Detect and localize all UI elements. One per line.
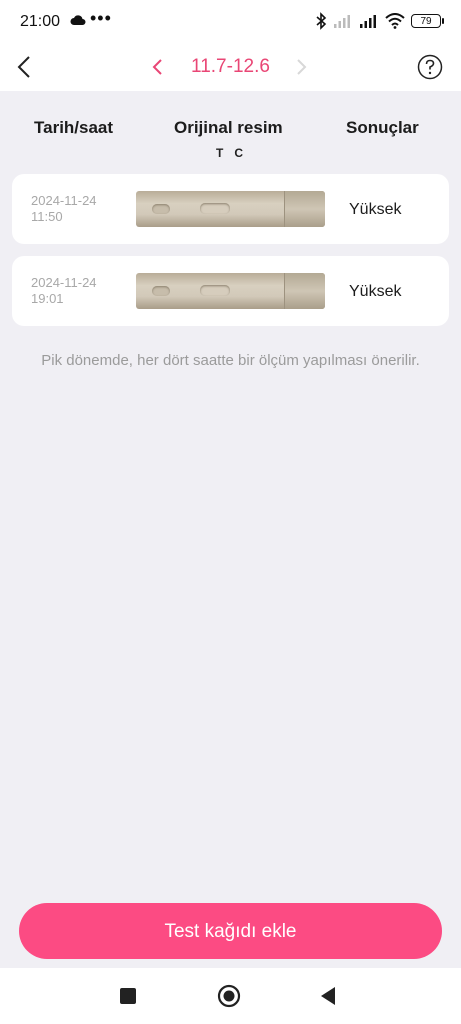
home-icon[interactable] xyxy=(217,984,241,1008)
bluetooth-icon xyxy=(316,12,327,30)
help-icon[interactable] xyxy=(417,54,443,80)
more-notifications-icon: ••• xyxy=(90,8,112,28)
strip-handle xyxy=(284,273,325,309)
strip-sample-well xyxy=(152,286,170,296)
t-line-marker: T xyxy=(216,146,224,160)
date-range-label: 11.7-12.6 xyxy=(191,56,270,77)
tc-line-markers: TC xyxy=(216,146,254,160)
strip-result-window xyxy=(200,203,230,214)
system-nav-bar xyxy=(0,968,461,1024)
column-header-image: Orijinal resim xyxy=(174,118,283,137)
record-row[interactable]: 2024-11-24 19:01 Yüksek xyxy=(12,256,449,326)
test-strip-image[interactable] xyxy=(136,191,325,227)
recents-icon[interactable] xyxy=(120,988,136,1004)
record-datetime: 2024-11-24 11:50 xyxy=(31,193,97,225)
signal-icon-2 xyxy=(360,15,376,28)
c-line-marker: C xyxy=(234,146,244,160)
table-header: Tarih/saat Orijinal resim Sonuçlar xyxy=(0,118,461,142)
test-strip-image[interactable] xyxy=(136,273,325,309)
top-bar: 11.7-12.6 xyxy=(0,45,461,91)
signal-icon-1 xyxy=(334,15,350,28)
record-result: Yüksek xyxy=(349,201,402,218)
column-header-result: Sonuçlar xyxy=(346,118,419,137)
measurement-hint: Pik dönemde, her dört saatte bir ölçüm y… xyxy=(41,352,420,369)
battery-icon: 79 xyxy=(411,14,444,28)
status-icons: 79 xyxy=(315,12,444,30)
record-date: 2024-11-24 xyxy=(31,193,97,208)
record-datetime: 2024-11-24 19:01 xyxy=(31,275,97,307)
record-result: Yüksek xyxy=(349,283,402,300)
strip-sample-well xyxy=(152,204,170,214)
record-time: 11:50 xyxy=(31,209,63,224)
status-bar: 21:00 ••• 79 xyxy=(0,0,461,45)
wifi-icon xyxy=(385,13,405,29)
next-range-chevron-icon[interactable] xyxy=(294,57,308,77)
add-test-strip-button[interactable]: Test kağıdı ekle xyxy=(19,903,442,959)
record-time: 19:01 xyxy=(31,291,64,306)
record-date: 2024-11-24 xyxy=(31,275,97,290)
status-time: 21:00 xyxy=(20,13,61,30)
cloud-icon xyxy=(70,15,86,25)
record-row[interactable]: 2024-11-24 11:50 Yüksek xyxy=(12,174,449,244)
system-back-icon[interactable] xyxy=(318,985,338,1007)
column-header-date: Tarih/saat xyxy=(34,118,114,137)
strip-handle xyxy=(284,191,325,227)
strip-result-window xyxy=(200,285,230,296)
